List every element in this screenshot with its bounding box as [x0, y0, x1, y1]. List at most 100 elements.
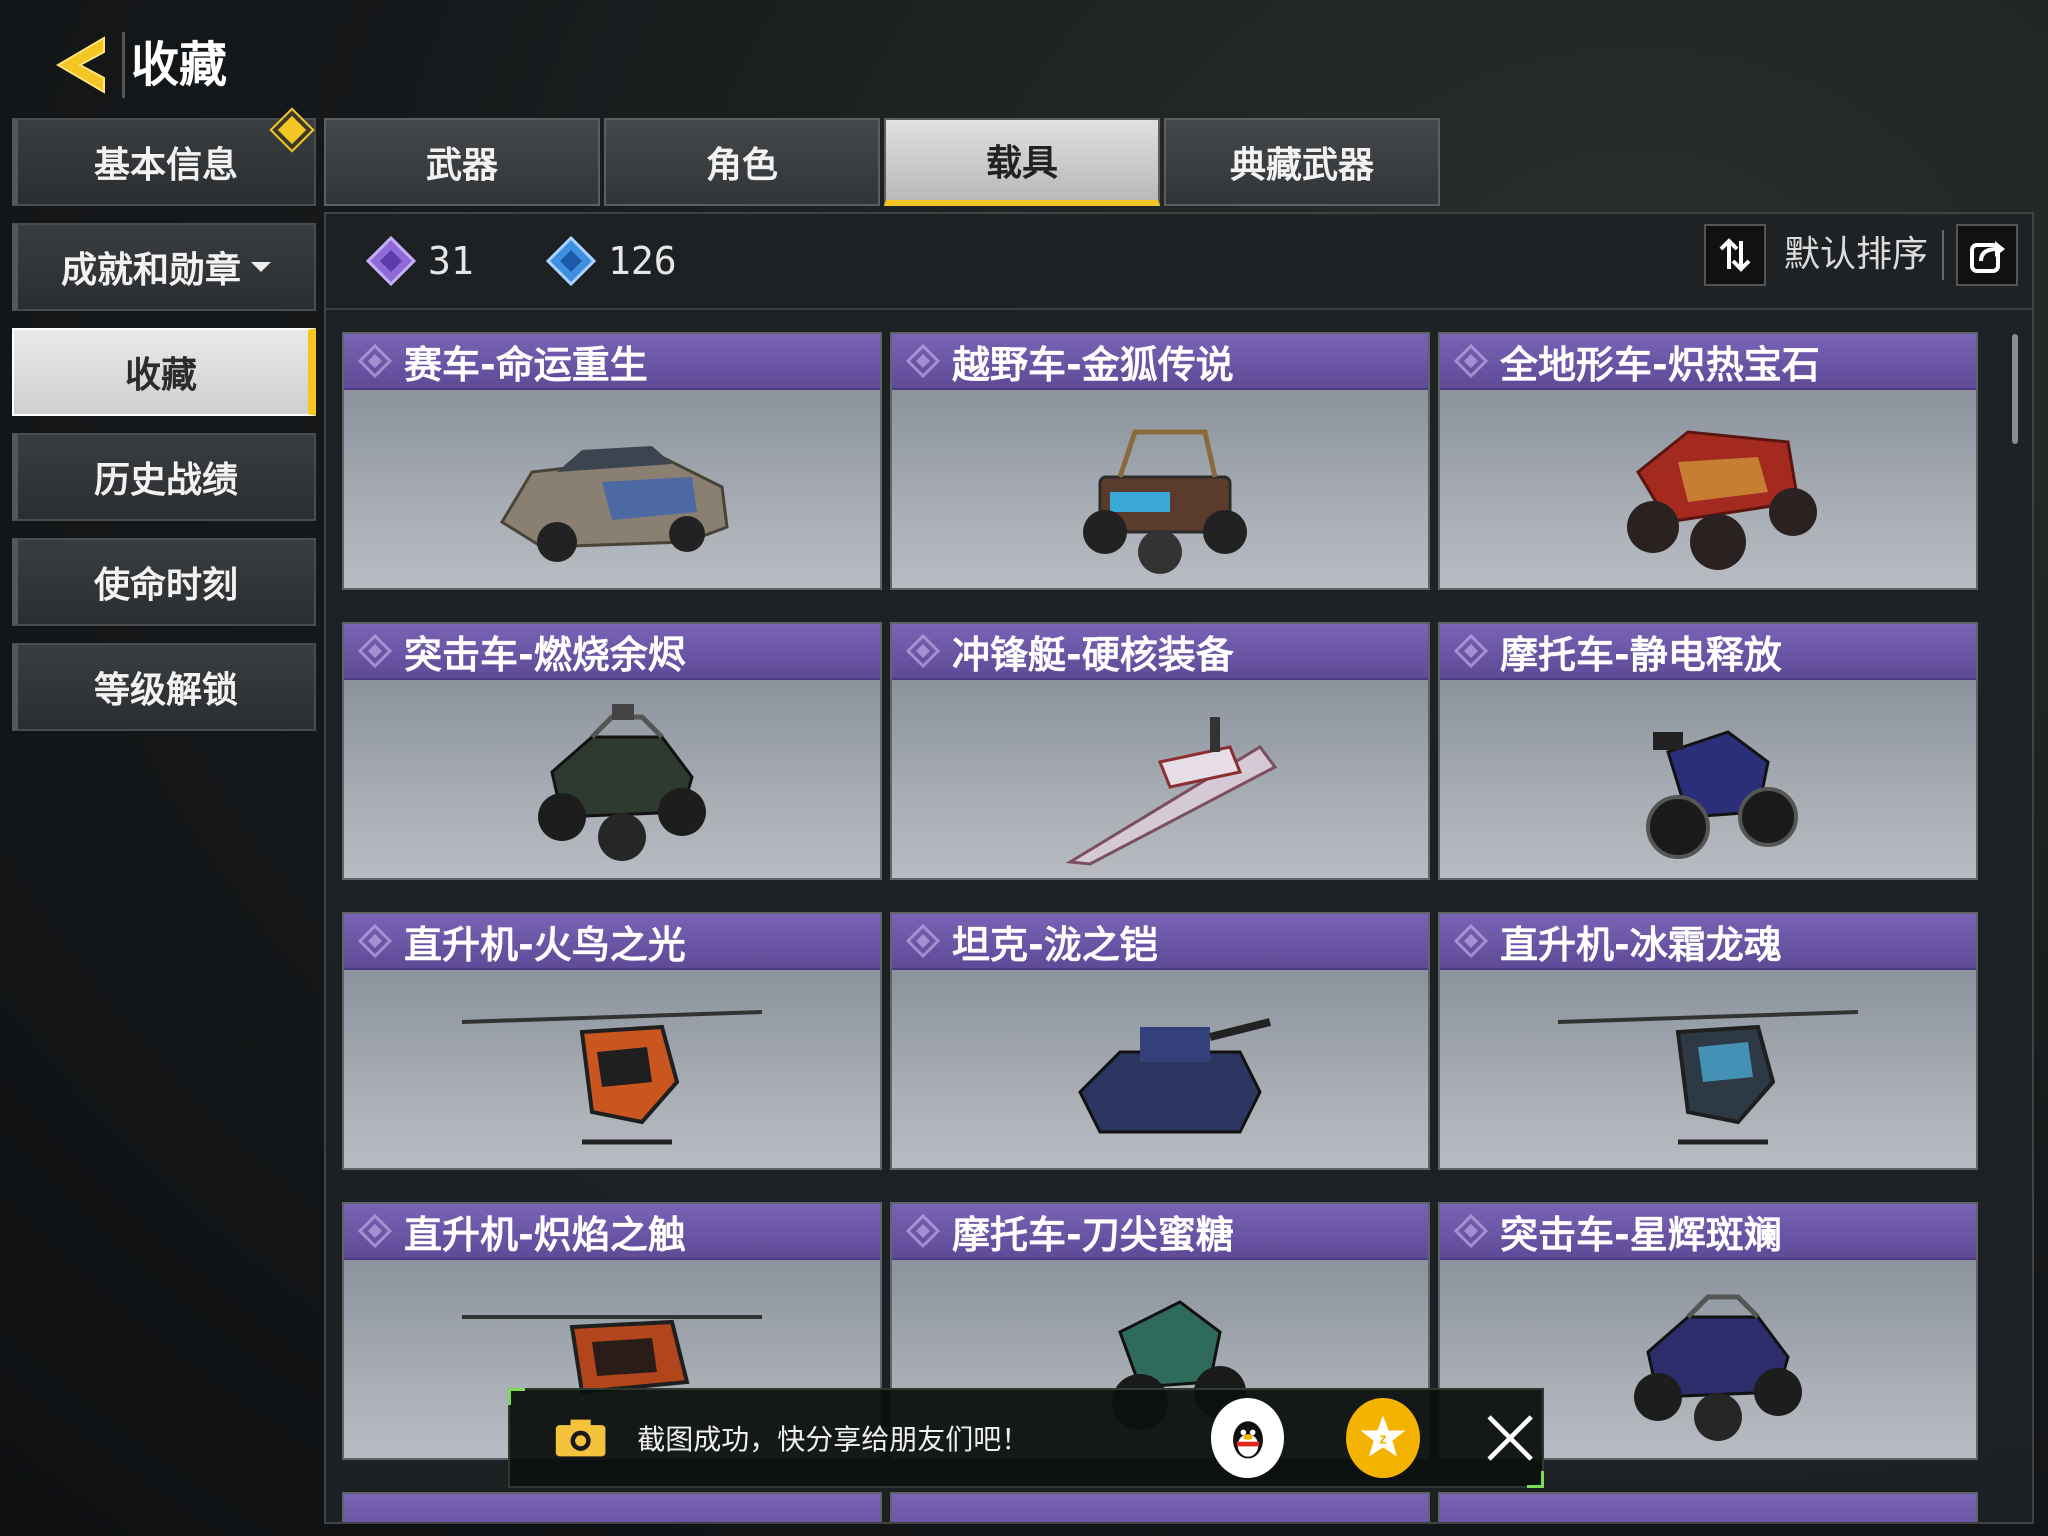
sidebar-item-label: 等级解锁	[93, 670, 238, 711]
sidebar-item-moments[interactable]: 使命时刻	[12, 538, 316, 626]
vehicle-card[interactable]: 坦克-泷之铠	[890, 912, 1430, 1170]
sidebar-item-label: 基本信息	[93, 145, 238, 186]
rally-car-icon	[344, 392, 880, 588]
card-header: 摩托车-刀尖蜜糖	[892, 1204, 1428, 1260]
sidebar-item-label: 使命时刻	[93, 565, 238, 606]
collection-panel: 31 126 默认排序 赛车-命运重生 越野车-金狐传说 全地形车-炽热宝石 突…	[324, 212, 2034, 1524]
vehicle-card[interactable]: 冲锋艇-硬核装备	[890, 622, 1430, 880]
card-title: 赛车-命运重生	[404, 342, 648, 387]
rarity-diamond-icon	[358, 924, 392, 958]
tab-vehicles[interactable]: 载具	[884, 118, 1160, 206]
qq-share-button[interactable]	[1210, 1398, 1285, 1478]
card-header: 直升机-冰霜龙魂	[1440, 914, 1976, 970]
tank-icon	[892, 972, 1428, 1168]
page-title: 收藏	[122, 32, 227, 98]
tab-legendary-weapons[interactable]: 典藏武器	[1164, 118, 1440, 206]
card-title: 全地形车-炽热宝石	[1500, 342, 1820, 387]
sidebar-item-label: 收藏	[124, 355, 197, 396]
card-title: 坦克-泷之铠	[952, 922, 1158, 967]
card-title: 突击车-星辉斑斓	[1500, 1212, 1782, 1257]
screenshot-toast: 截图成功，快分享给朋友们吧！ z	[508, 1388, 1544, 1488]
qzone-star-icon: z	[1360, 1415, 1406, 1457]
scrollbar[interactable]	[2012, 334, 2018, 444]
notification-diamond-icon	[272, 110, 312, 150]
toast-message: 截图成功，快分享给朋友们吧！	[637, 1423, 1030, 1456]
sort-controls: 默认排序	[1703, 224, 2018, 286]
card-header: 赛车-命运重生	[344, 334, 880, 390]
dropdown-caret-icon	[251, 262, 271, 272]
category-tabs: 武器 角色 载具 典藏武器	[324, 118, 1444, 206]
stats-bar: 31 126 默认排序	[326, 214, 2032, 310]
sort-toggle-icon[interactable]	[1703, 224, 1766, 286]
qzone-share-button[interactable]: z	[1346, 1398, 1420, 1478]
card-title: 越野车-金狐传说	[952, 342, 1234, 387]
speedboat-icon	[892, 682, 1428, 878]
vehicle-card[interactable]: 赛车-命运重生	[342, 332, 882, 590]
card-header: 坦克-泷之铠	[892, 914, 1428, 970]
motorcycle-icon	[1440, 682, 1976, 878]
vehicle-card[interactable]: 直升机-冰霜龙魂	[1438, 912, 1978, 1170]
sidebar-item-level-unlock[interactable]: 等级解锁	[12, 643, 316, 731]
card-title: 突击车-燃烧余烬	[404, 632, 686, 677]
rarity-diamond-icon	[906, 924, 940, 958]
rarity-diamond-icon	[906, 634, 940, 668]
card-header	[344, 1494, 880, 1522]
card-title: 直升机-火鸟之光	[404, 922, 686, 967]
sort-label[interactable]: 默认排序	[1784, 230, 1944, 280]
share-icon[interactable]	[1956, 224, 2018, 286]
vehicle-card-partial[interactable]	[890, 1492, 1430, 1522]
sidebar-item-basic-info[interactable]: 基本信息	[12, 110, 316, 206]
back-arrow-icon[interactable]	[46, 30, 116, 100]
card-title: 冲锋艇-硬核装备	[952, 632, 1234, 677]
vehicle-card[interactable]: 全地形车-炽热宝石	[1438, 332, 1978, 590]
header: 收藏	[46, 30, 227, 100]
tab-weapons[interactable]: 武器	[324, 118, 600, 206]
sidebar-item-history[interactable]: 历史战绩	[12, 433, 316, 521]
tab-characters[interactable]: 角色	[604, 118, 880, 206]
card-header: 冲锋艇-硬核装备	[892, 624, 1428, 680]
purple-rarity-gem-icon	[366, 236, 416, 286]
helicopter-icon	[1440, 972, 1976, 1168]
purple-count: 31	[366, 236, 474, 286]
rarity-diamond-icon	[906, 344, 940, 378]
sidebar-item-collection[interactable]: 收藏	[12, 328, 316, 416]
rarity-diamond-icon	[1454, 1214, 1488, 1248]
rarity-diamond-icon	[906, 1214, 940, 1248]
sidebar-item-achievements[interactable]: 成就和勋章	[12, 223, 316, 311]
rarity-diamond-icon	[358, 634, 392, 668]
vehicle-card[interactable]: 摩托车-静电释放	[1438, 622, 1978, 880]
card-header: 越野车-金狐传说	[892, 334, 1428, 390]
vehicle-card-partial[interactable]	[1438, 1492, 1978, 1522]
rarity-diamond-icon	[1454, 924, 1488, 958]
buggy-icon	[892, 392, 1428, 588]
card-title: 直升机-炽焰之触	[404, 1212, 686, 1257]
sidebar-item-label: 成就和勋章	[60, 250, 241, 291]
qq-penguin-icon	[1232, 1421, 1263, 1459]
blue-count-value: 126	[608, 239, 677, 283]
card-header: 直升机-炽焰之触	[344, 1204, 880, 1260]
close-icon[interactable]	[1478, 1403, 1542, 1473]
card-header: 摩托车-静电释放	[1440, 624, 1976, 680]
helicopter-icon	[344, 972, 880, 1168]
card-title: 直升机-冰霜龙魂	[1500, 922, 1782, 967]
vehicle-card[interactable]: 越野车-金狐传说	[890, 332, 1430, 590]
rarity-diamond-icon	[358, 344, 392, 378]
vehicle-card[interactable]: 突击车-燃烧余烬	[342, 622, 882, 880]
purple-count-value: 31	[428, 239, 474, 283]
card-header: 突击车-燃烧余烬	[344, 624, 880, 680]
card-header	[1440, 1494, 1976, 1522]
card-header	[892, 1494, 1428, 1522]
card-header: 直升机-火鸟之光	[344, 914, 880, 970]
blue-count: 126	[546, 236, 677, 286]
vehicle-card[interactable]: 直升机-火鸟之光	[342, 912, 882, 1170]
card-title: 摩托车-静电释放	[1500, 632, 1782, 677]
sidebar-item-label: 历史战绩	[93, 460, 238, 501]
rarity-diamond-icon	[1454, 634, 1488, 668]
blue-rarity-gem-icon	[546, 236, 596, 286]
rarity-diamond-icon	[358, 1214, 392, 1248]
vehicle-card-partial[interactable]	[342, 1492, 882, 1522]
card-header: 全地形车-炽热宝石	[1440, 334, 1976, 390]
assault-buggy-icon	[344, 682, 880, 878]
card-title: 摩托车-刀尖蜜糖	[952, 1212, 1234, 1257]
card-header: 突击车-星辉斑斓	[1440, 1204, 1976, 1260]
